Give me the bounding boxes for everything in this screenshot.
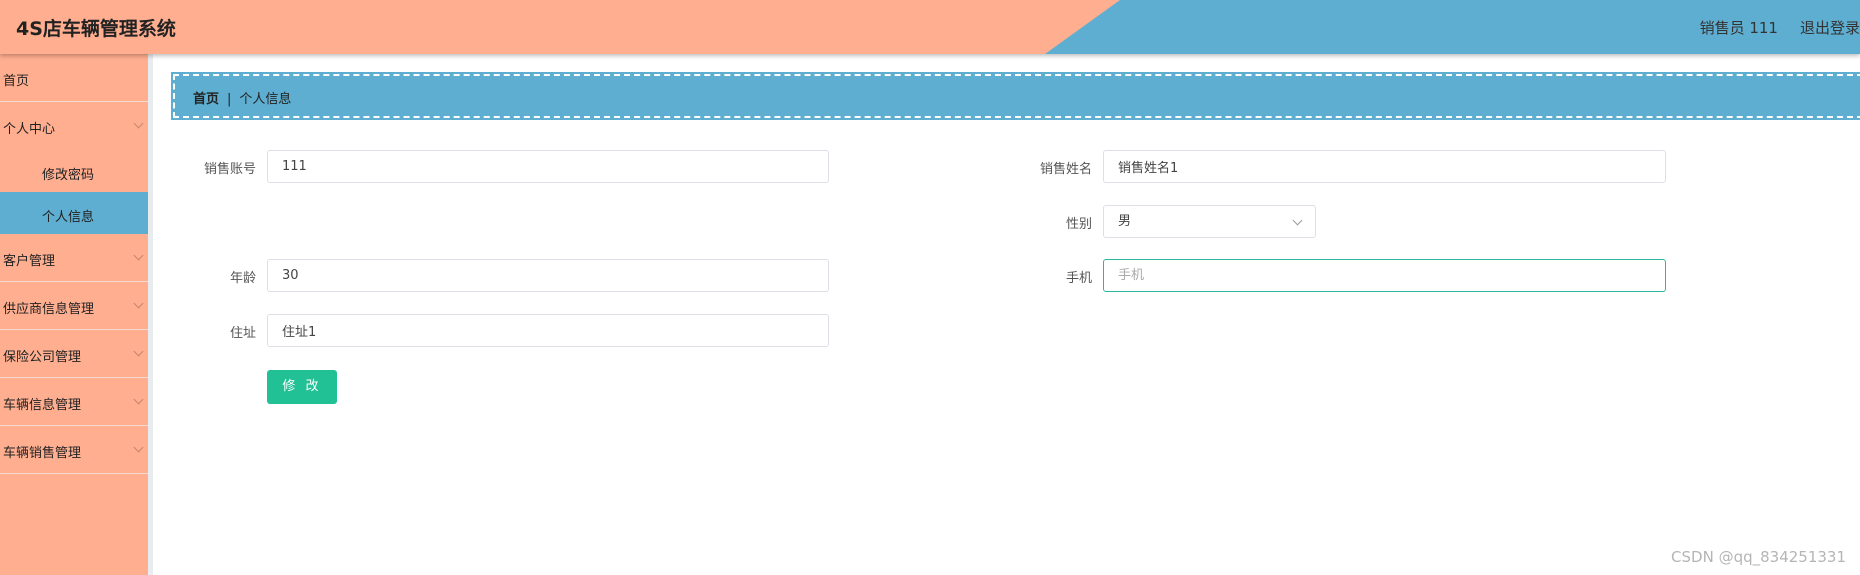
sidebar-item-label: 个人信息 bbox=[42, 210, 95, 225]
app-title: 4S店车辆管理系统 bbox=[16, 18, 176, 40]
name-label: 销售姓名 bbox=[1039, 162, 1092, 177]
sidebar-item-customer-management[interactable]: 客户管理 bbox=[0, 234, 148, 282]
address-label: 住址 bbox=[229, 326, 256, 341]
update-button[interactable]: 修 改 bbox=[267, 370, 337, 404]
watermark: CSDN @qq_834251331 bbox=[1671, 548, 1846, 566]
sidebar-item-label: 客户管理 bbox=[3, 254, 56, 269]
breadcrumb-bar: 首页 | 个人信息 bbox=[171, 72, 1860, 120]
sidebar-item-label: 修改密码 bbox=[42, 168, 95, 183]
breadcrumb-current: 个人信息 bbox=[239, 92, 292, 107]
sidebar-item-label: 个人中心 bbox=[3, 122, 56, 137]
header-peach-band bbox=[0, 0, 1120, 54]
chevron-down-icon bbox=[133, 298, 144, 309]
logout-link[interactable]: 退出登录 bbox=[1800, 17, 1860, 38]
sidebar-item-change-password[interactable]: 修改密码 bbox=[0, 150, 148, 192]
sidebar-item-vehicle-sales-management[interactable]: 车辆销售管理 bbox=[0, 426, 148, 474]
gender-selected-value: 男 bbox=[1118, 214, 1132, 229]
breadcrumb: 首页 | 个人信息 bbox=[193, 88, 291, 107]
sidebar-item-personal-info[interactable]: 个人信息 bbox=[0, 192, 148, 234]
sidebar-item-label: 车辆信息管理 bbox=[3, 398, 82, 413]
sidebar-item-label: 首页 bbox=[3, 74, 30, 89]
gender-label: 性别 bbox=[1065, 217, 1092, 232]
sidebar-item-supplier-management[interactable]: 供应商信息管理 bbox=[0, 282, 148, 330]
sidebar-item-label: 保险公司管理 bbox=[3, 350, 82, 365]
phone-label: 手机 bbox=[1065, 271, 1092, 286]
account-label: 销售账号 bbox=[203, 162, 256, 177]
top-header: 4S店车辆管理系统 销售员 111 退出登录 bbox=[0, 0, 1860, 54]
sidebar: 首页 个人中心 修改密码 个人信息 客户管理 供应商信息管理 保险公司管理 车辆… bbox=[0, 54, 148, 575]
name-field[interactable] bbox=[1103, 150, 1666, 183]
account-field[interactable] bbox=[267, 150, 829, 183]
chevron-down-icon bbox=[133, 346, 144, 357]
sidebar-item-insurance-management[interactable]: 保险公司管理 bbox=[0, 330, 148, 378]
breadcrumb-separator: | bbox=[227, 92, 232, 107]
sidebar-item-personal-center[interactable]: 个人中心 bbox=[0, 102, 148, 150]
breadcrumb-home[interactable]: 首页 bbox=[193, 92, 219, 107]
age-label: 年龄 bbox=[229, 271, 256, 286]
gender-select[interactable]: 男 bbox=[1103, 205, 1316, 238]
sidebar-item-label: 供应商信息管理 bbox=[3, 302, 95, 317]
current-user: 销售员 111 bbox=[1699, 19, 1778, 37]
sidebar-item-home[interactable]: 首页 bbox=[0, 54, 148, 102]
sidebar-item-vehicle-info-management[interactable]: 车辆信息管理 bbox=[0, 378, 148, 426]
address-field[interactable] bbox=[267, 314, 829, 347]
phone-field[interactable] bbox=[1103, 259, 1666, 292]
chevron-down-icon bbox=[133, 394, 144, 405]
chevron-down-icon bbox=[133, 442, 144, 453]
header-user-area: 销售员 111 退出登录 bbox=[1700, 17, 1860, 38]
chevron-down-icon bbox=[133, 250, 144, 261]
sidebar-item-label: 车辆销售管理 bbox=[3, 446, 82, 461]
sidebar-divider bbox=[148, 54, 153, 575]
chevron-down-icon bbox=[133, 118, 144, 129]
age-field[interactable] bbox=[267, 259, 829, 292]
